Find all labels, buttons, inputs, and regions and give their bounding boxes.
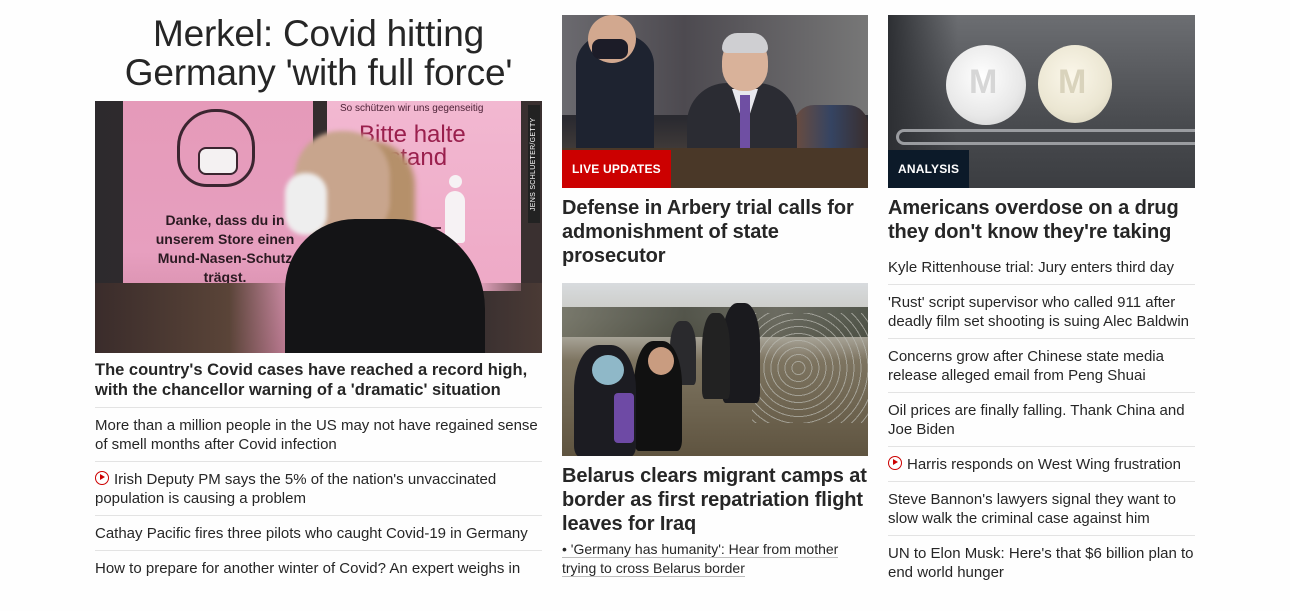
image-sign-body-text: Danke, dass du in unserem Store einen Mu… xyxy=(155,212,295,285)
list-item[interactable]: How to prepare for another winter of Cov… xyxy=(95,551,542,585)
story-sub-link-belarus[interactable]: • 'Germany has humanity': Hear from moth… xyxy=(562,540,868,578)
image-sign-small-text: So schützen wir uns gegenseitig xyxy=(340,103,484,114)
image-migrant xyxy=(702,313,730,399)
list-item-text: Irish Deputy PM says the 5% of the natio… xyxy=(95,471,497,507)
lead-story-image[interactable]: Danke, dass du in unserem Store einen Mu… xyxy=(95,101,542,353)
live-updates-badge: LIVE UPDATES xyxy=(562,150,671,188)
list-item-text: Cathay Pacific fires three pilots who ca… xyxy=(95,525,528,542)
lead-related-links: More than a million people in the US may… xyxy=(95,408,542,585)
sub-link-text: • 'Germany has humanity': Hear from moth… xyxy=(562,541,839,577)
image-child-scarf xyxy=(614,393,634,443)
story-card-arbery: LIVE UPDATES Defense in Arbery trial cal… xyxy=(562,15,868,268)
sign-person-icon xyxy=(449,175,462,188)
story-image-belarus[interactable] xyxy=(562,283,868,456)
story-headline-overdose[interactable]: Americans overdose on a drug they don't … xyxy=(888,196,1195,244)
list-item[interactable]: Oil prices are finally falling. Thank Ch… xyxy=(888,392,1195,446)
story-image-pills[interactable]: M M ANALYSIS xyxy=(888,15,1195,188)
list-item[interactable]: More than a million people in the US may… xyxy=(95,408,542,462)
list-item[interactable]: UN to Elon Musk: Here's that $6 billion … xyxy=(888,535,1195,589)
pill-imprint: M xyxy=(1058,63,1087,101)
middle-stories-column: LIVE UPDATES Defense in Arbery trial cal… xyxy=(562,0,868,578)
lead-story-column: Merkel: Covid hitting Germany 'with full… xyxy=(95,0,542,585)
pill-imprint: M xyxy=(969,63,998,101)
story-headline-belarus[interactable]: Belarus clears migrant camps at border a… xyxy=(562,464,868,536)
right-stories-column: M M ANALYSIS Americans overdose on a dru… xyxy=(888,0,1195,589)
list-item-text: How to prepare for another winter of Cov… xyxy=(95,560,521,577)
list-item[interactable]: Cathay Pacific fires three pilots who ca… xyxy=(95,516,542,551)
image-child-hat xyxy=(592,355,624,385)
list-item[interactable]: Irish Deputy PM says the 5% of the natio… xyxy=(95,462,542,516)
video-play-icon xyxy=(95,471,109,485)
list-item[interactable]: 'Rust' script supervisor who called 911 … xyxy=(888,284,1195,338)
story-image-arbery[interactable]: LIVE UPDATES xyxy=(562,15,868,188)
list-item[interactable]: Steve Bannon's lawyers signal they want … xyxy=(888,481,1195,535)
list-item-text: Harris responds on West Wing frustration xyxy=(907,456,1181,473)
list-item-text: 'Rust' script supervisor who called 911 … xyxy=(888,294,1189,330)
analysis-badge: ANALYSIS xyxy=(888,150,970,188)
list-item[interactable]: Kyle Rittenhouse trial: Jury enters thir… xyxy=(888,250,1195,284)
list-item-text: Oil prices are finally falling. Thank Ch… xyxy=(888,402,1185,438)
lead-headline[interactable]: Merkel: Covid hitting Germany 'with full… xyxy=(95,14,542,92)
list-item-text: UN to Elon Musk: Here's that $6 billion … xyxy=(888,545,1194,581)
story-card-belarus: Belarus clears migrant camps at border a… xyxy=(562,283,868,578)
image-razor-wire xyxy=(752,313,868,423)
list-item[interactable]: Harris responds on West Wing frustration xyxy=(888,446,1195,481)
sign-mask-illustration xyxy=(198,147,238,175)
sign-person-body xyxy=(445,191,465,243)
list-item[interactable]: Concerns grow after Chinese state media … xyxy=(888,338,1195,392)
image-officer-mask xyxy=(592,39,628,59)
story-headline-arbery[interactable]: Defense in Arbery trial calls for admoni… xyxy=(562,196,868,268)
lead-story-summary-link[interactable]: The country's Covid cases have reached a… xyxy=(95,360,542,408)
list-item-text: Steve Bannon's lawyers signal they want … xyxy=(888,491,1177,527)
list-item-text: More than a million people in the US may… xyxy=(95,417,538,453)
image-child-face xyxy=(648,347,674,375)
image-paper-clip xyxy=(896,129,1195,145)
video-play-icon xyxy=(888,456,902,470)
image-attorney-hair xyxy=(722,33,768,53)
list-item-text: Kyle Rittenhouse trial: Jury enters thir… xyxy=(888,259,1174,276)
image-person-mask xyxy=(285,173,327,235)
list-item-text: Concerns grow after Chinese state media … xyxy=(888,348,1164,384)
story-card-overdose: M M ANALYSIS Americans overdose on a dru… xyxy=(888,15,1195,244)
photo-credit: JENS SCHLUETER/GETTY IMAGES xyxy=(528,105,540,223)
right-headline-links: Kyle Rittenhouse trial: Jury enters thir… xyxy=(888,250,1195,589)
